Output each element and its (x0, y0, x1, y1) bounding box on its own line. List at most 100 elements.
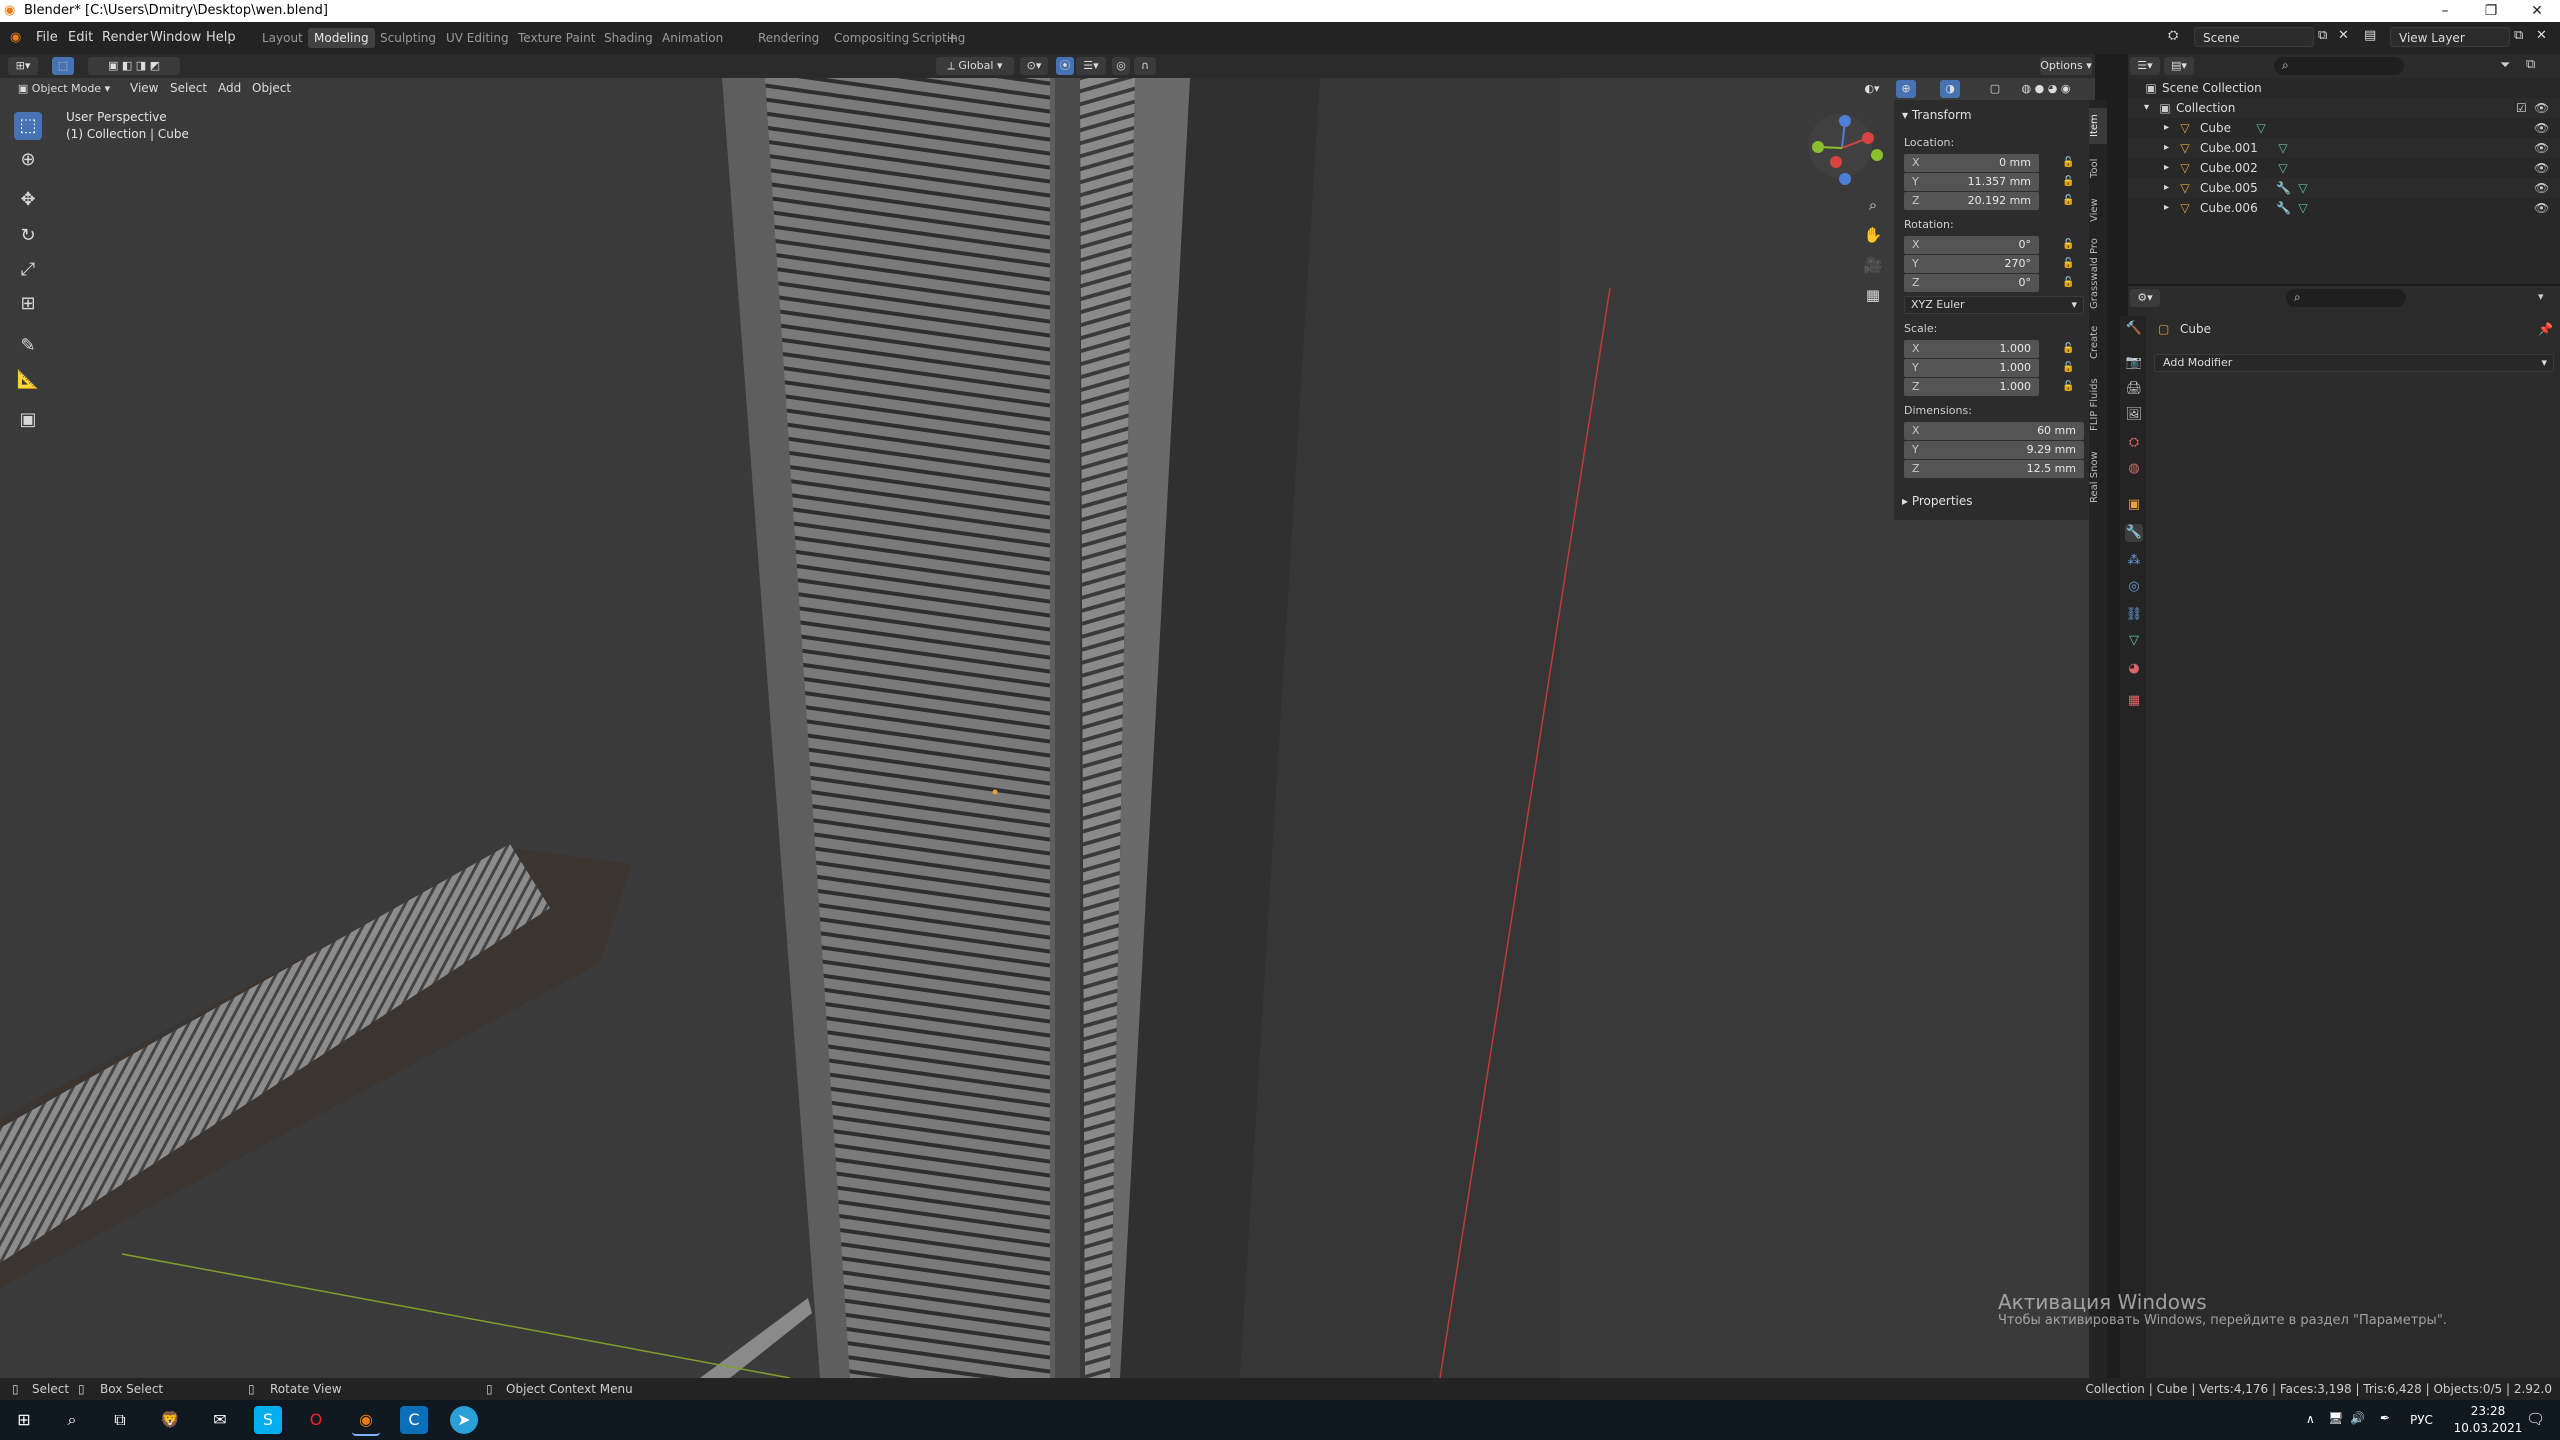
checkbox-icon[interactable]: ☑ (2516, 98, 2527, 118)
lock-icon[interactable]: 🔓 (2062, 195, 2074, 207)
outliner-row-cube005[interactable]: ▸ ▽ Cube.005 🔧 ▽ 👁 (2128, 178, 2560, 198)
eye-icon[interactable]: 👁 (2534, 158, 2549, 178)
task-view-icon[interactable]: ⧉ (106, 1406, 134, 1434)
physics-tab-icon[interactable]: ◎ (2125, 578, 2143, 596)
scene-icon[interactable]: ⛭ (2168, 28, 2178, 43)
tab-view[interactable]: View (2089, 192, 2107, 228)
rotate-tool-icon[interactable]: ↻ (14, 222, 42, 250)
pan-hand-icon[interactable]: ✋ (1860, 222, 1886, 248)
new-view-layer-icon[interactable]: ⧉ (2514, 28, 2523, 43)
windows-start-icon[interactable]: ⊞ (10, 1406, 38, 1434)
lock-icon[interactable]: 🔓 (2062, 362, 2074, 374)
eye-icon[interactable]: 👁 (2534, 138, 2549, 158)
navigation-gizmo[interactable] (1808, 114, 1883, 185)
snap-toggle-icon[interactable]: ⦿ (1056, 57, 1074, 75)
properties-panel-header[interactable]: ▸ Properties (1902, 494, 1973, 508)
new-scene-icon[interactable]: ⧉ (2318, 28, 2327, 43)
tab-shading[interactable]: Shading (598, 28, 659, 48)
menu-select[interactable]: Select (170, 81, 207, 95)
tab-modeling[interactable]: Modeling (308, 28, 375, 48)
tab-create[interactable]: Create (2089, 320, 2107, 364)
xray-icon[interactable]: ▢ (1986, 80, 2004, 98)
blender-taskbar-icon[interactable]: ◉ (352, 1406, 380, 1436)
menu-edit[interactable]: Edit (68, 30, 93, 45)
object-tab-icon[interactable]: ▣ (2125, 496, 2143, 514)
delete-scene-icon[interactable]: ✕ (2338, 28, 2349, 43)
menu-view[interactable]: View (130, 81, 158, 95)
lock-icon[interactable]: 🔓 (2062, 157, 2074, 169)
pen-icon[interactable]: ✒ (2380, 1411, 2390, 1425)
add-modifier-dropdown[interactable]: Add Modifier ▾ (2154, 354, 2554, 372)
tab-animation[interactable]: Animation (656, 28, 729, 48)
restore-icon[interactable]: ❐ (2468, 0, 2514, 22)
scene-field[interactable]: Scene (2194, 27, 2314, 47)
eye-icon[interactable]: 👁 (2534, 98, 2549, 118)
output-tab-icon[interactable]: 🖨 (2125, 380, 2143, 398)
expand-arrow-icon[interactable]: ▸ (2164, 138, 2169, 158)
tab-real-snow[interactable]: Real Snow (2089, 446, 2107, 508)
lock-icon[interactable]: 🔓 (2062, 381, 2074, 393)
outliner-row-scene-collection[interactable]: ▣ Scene Collection (2128, 78, 2560, 98)
tab-grasswald-pro[interactable]: Grasswald Pro (2089, 234, 2107, 314)
tab-item[interactable]: Item (2089, 108, 2107, 144)
outliner-search-input[interactable]: ⌕ (2274, 57, 2404, 75)
particles-tab-icon[interactable]: ⁂ (2125, 552, 2143, 570)
pivot-point-icon[interactable]: ⊙▾ (1020, 57, 1048, 75)
rotation-z-field[interactable]: Z 0° (1904, 274, 2039, 292)
menu-help[interactable]: Help (206, 30, 236, 45)
move-tool-icon[interactable]: ✥ (14, 186, 42, 214)
ortho-grid-icon[interactable]: ▦ (1860, 282, 1886, 308)
filter-icon[interactable]: ⏷ (2500, 58, 2510, 73)
skype-icon[interactable]: S (254, 1406, 282, 1434)
brave-browser-icon[interactable]: 🦁 (156, 1406, 184, 1434)
display-mode-icon[interactable]: ▤▾ (2164, 57, 2194, 75)
volume-icon[interactable]: 🔊 (2350, 1411, 2365, 1425)
chevron-down-icon[interactable]: ▾ (2538, 290, 2544, 303)
menu-window[interactable]: Window (150, 30, 201, 45)
tab-layout[interactable]: Layout (256, 28, 309, 48)
notification-icon[interactable]: 🗨 (2526, 1410, 2545, 1428)
clock-time[interactable]: 23:28 (2458, 1404, 2518, 1418)
view-layer-icon[interactable]: ▤ (2364, 28, 2376, 43)
tab-texture-paint[interactable]: Texture Paint (512, 28, 601, 48)
telegram-icon[interactable]: ➤ (450, 1406, 478, 1434)
visibility-icon[interactable]: ◐▾ (1858, 80, 1886, 98)
scale-tool-icon[interactable]: ⤢ (14, 256, 42, 284)
mail-app-icon[interactable]: ✉ (206, 1406, 234, 1434)
ccleaner-icon[interactable]: C (400, 1406, 428, 1434)
properties-search-input[interactable]: ⌕ (2286, 289, 2406, 307)
zoom-icon[interactable]: ⌕ (1860, 192, 1886, 218)
view-layer-field[interactable]: View Layer (2390, 27, 2510, 47)
language-indicator[interactable]: РУС (2410, 1413, 2433, 1427)
eye-icon[interactable]: 👁 (2534, 178, 2549, 198)
menu-file[interactable]: File (36, 30, 58, 45)
search-icon[interactable]: ⌕ (58, 1406, 86, 1434)
measure-tool-icon[interactable]: 📐 (14, 366, 42, 394)
options-dropdown[interactable]: Options ▾ (2040, 57, 2092, 75)
pin-icon[interactable]: 📌 (2538, 322, 2553, 336)
lock-icon[interactable]: 🔓 (2062, 343, 2074, 355)
lock-icon[interactable]: 🔓 (2062, 239, 2074, 251)
location-x-field[interactable]: X 0 mm (1904, 154, 2039, 172)
snap-target-icon[interactable]: ☰▾ (1076, 57, 1106, 75)
data-tab-icon[interactable]: ▽ (2125, 632, 2143, 650)
proportional-edit-icon[interactable]: ◎ (1112, 57, 1130, 75)
delete-view-layer-icon[interactable]: ✕ (2536, 28, 2547, 43)
tab-tool[interactable]: Tool (2089, 150, 2107, 186)
rotation-mode-dropdown[interactable]: XYZ Euler ▾ (1904, 296, 2084, 314)
world-tab-icon[interactable]: ◍ (2125, 460, 2143, 478)
mode-dropdown[interactable]: ▣ Object Mode ▾ (10, 80, 118, 98)
add-workspace-icon[interactable]: + (940, 28, 965, 48)
scale-x-field[interactable]: X 1.000 (1904, 340, 2039, 358)
tab-uv-editing[interactable]: UV Editing (440, 28, 515, 48)
lock-icon[interactable]: 🔓 (2062, 277, 2074, 289)
dimensions-y-field[interactable]: Y 9.29 mm (1904, 441, 2084, 459)
transform-panel-header[interactable]: ▾ Transform (1902, 108, 1972, 122)
material-tab-icon[interactable]: ◕ (2125, 660, 2143, 678)
outliner-row-cube002[interactable]: ▸ ▽ Cube.002 ▽ 👁 (2128, 158, 2560, 178)
network-icon[interactable]: 🖥 (2328, 1411, 2343, 1425)
annotate-tool-icon[interactable]: ✎ (14, 332, 42, 360)
eye-icon[interactable]: 👁 (2534, 118, 2549, 138)
tab-sculpting[interactable]: Sculpting (374, 28, 442, 48)
dimensions-x-field[interactable]: X 60 mm (1904, 422, 2084, 440)
